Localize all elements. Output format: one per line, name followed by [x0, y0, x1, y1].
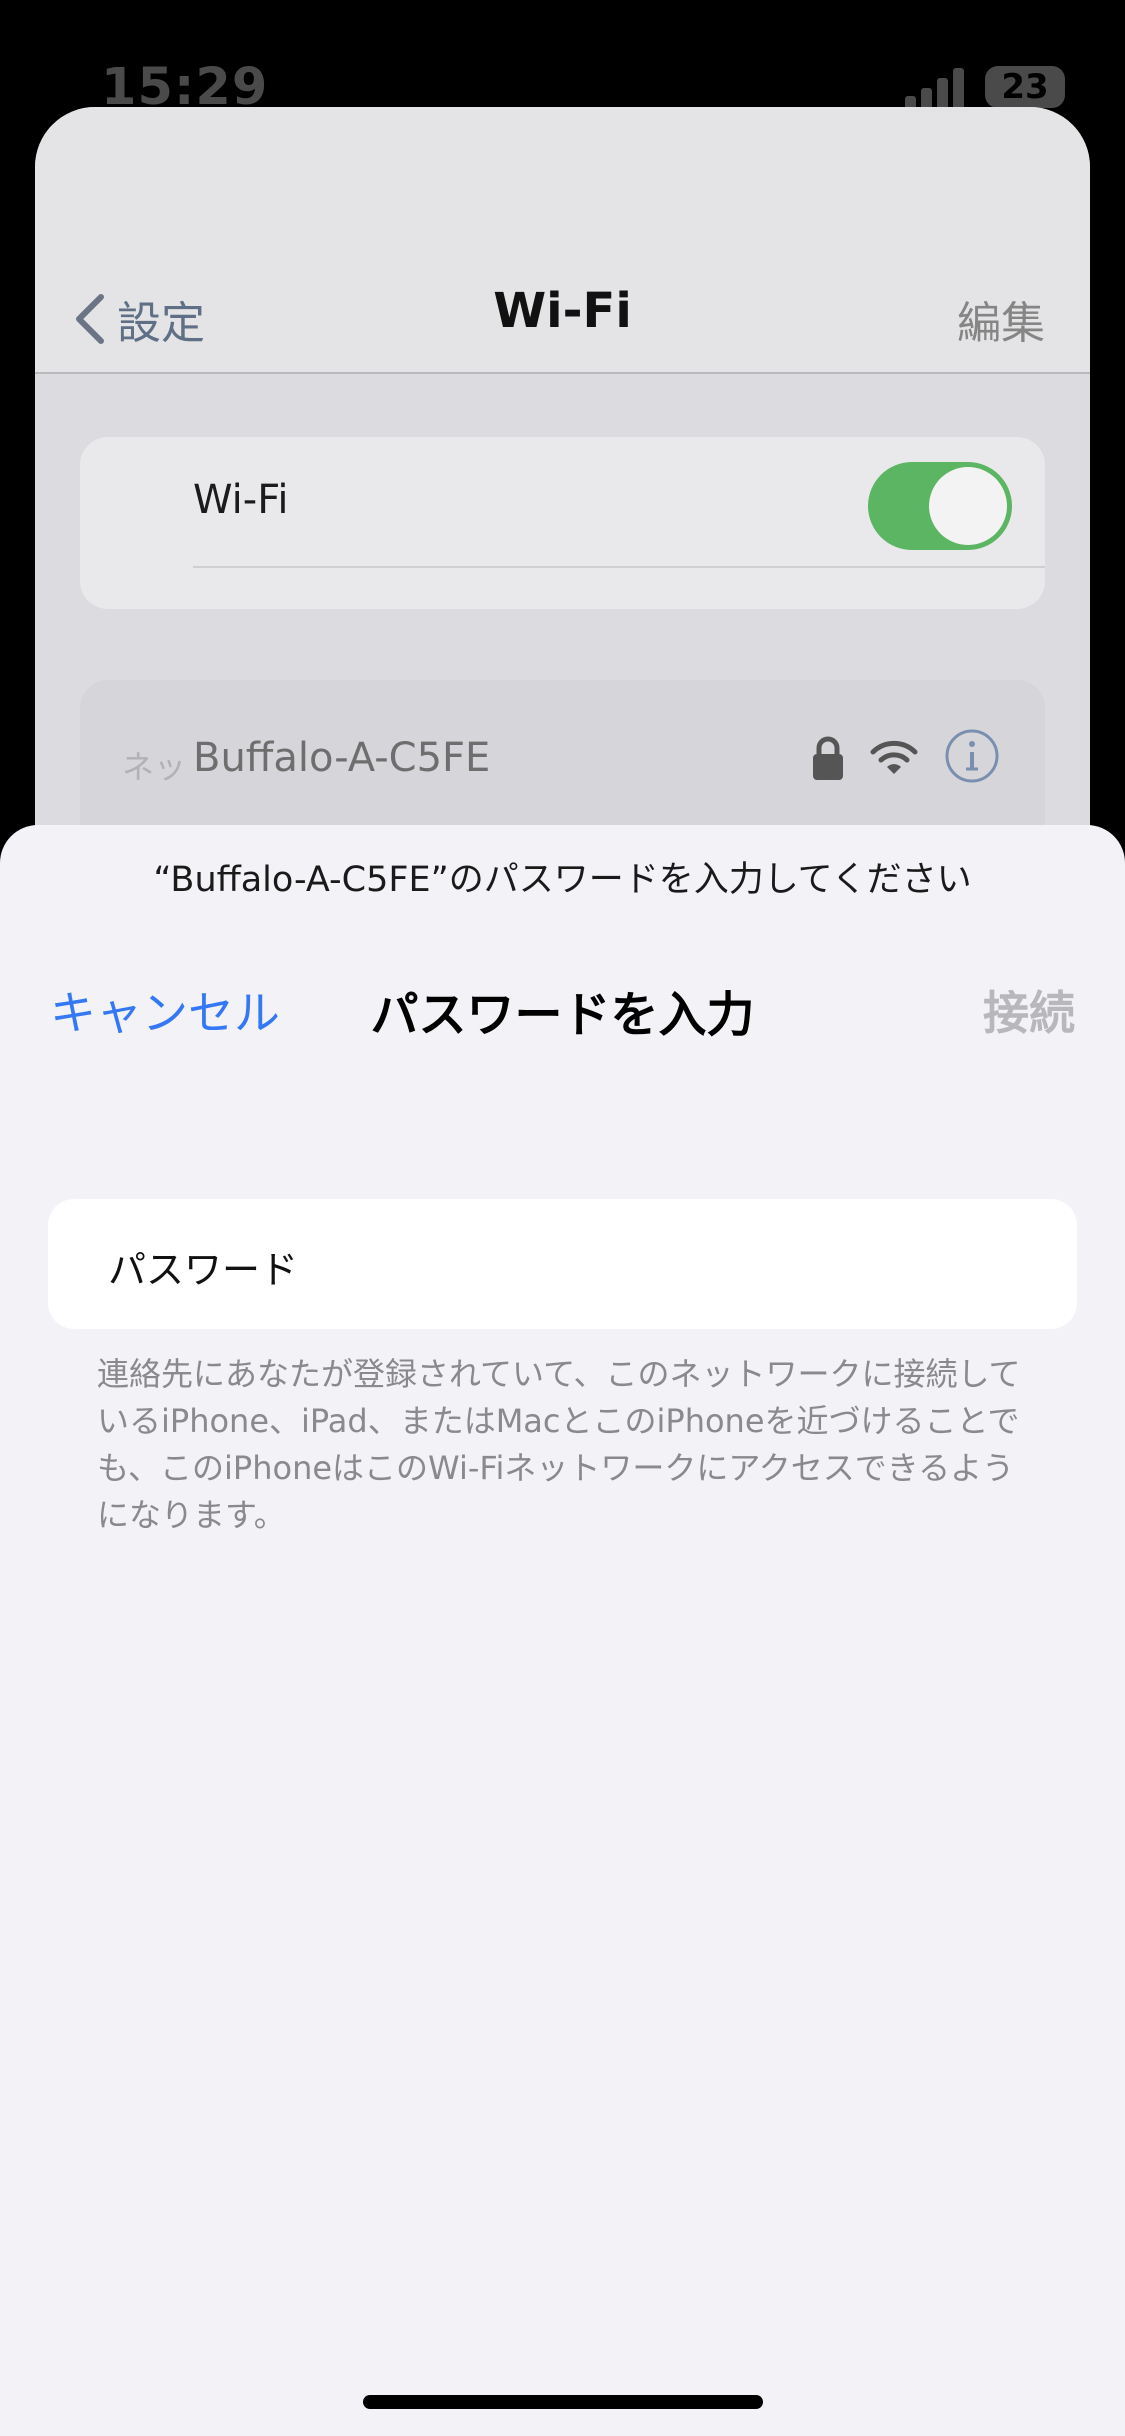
page-title: Wi-Fi	[493, 283, 632, 339]
wifi-settings-card: 設定 Wi-Fi 編集 Wi-Fi ネッ Buffalo-A-C5FE	[35, 107, 1090, 867]
wifi-signal-icon	[870, 740, 918, 774]
lock-icon	[813, 736, 843, 780]
wifi-toggle[interactable]	[868, 462, 1012, 550]
wifi-toggle-label: Wi-Fi	[193, 477, 289, 523]
wifi-toggle-group: Wi-Fi	[80, 437, 1045, 609]
password-input[interactable]	[348, 1229, 1032, 1301]
hint-text: 連絡先にあなたが登録されていて、このネットワークに接続しているiPhone、iP…	[97, 1355, 1021, 1534]
info-icon[interactable]	[944, 728, 1000, 784]
password-label: パスワード	[108, 1248, 299, 1292]
edit-button[interactable]: 編集	[957, 287, 1045, 351]
navigation-bar: 設定 Wi-Fi 編集	[35, 107, 1090, 374]
battery-icon: 23	[985, 66, 1065, 108]
password-field[interactable]: パスワード	[48, 1199, 1077, 1329]
divider	[193, 566, 1045, 568]
cellular-signal-icon	[905, 66, 965, 110]
network-name[interactable]: Buffalo-A-C5FE	[193, 735, 490, 781]
network-row-prefix: ネッ	[122, 748, 187, 786]
password-sheet: “Buffalo-A-C5FE”のパスワードを入力してください キャンセル パス…	[0, 825, 1125, 2436]
sheet-title: パスワードを入力	[370, 987, 755, 1043]
home-indicator	[363, 2395, 763, 2409]
toggle-knob	[929, 467, 1007, 545]
password-prompt: “Buffalo-A-C5FE”のパスワードを入力してください	[153, 860, 972, 900]
join-button[interactable]: 接続	[983, 977, 1075, 1043]
